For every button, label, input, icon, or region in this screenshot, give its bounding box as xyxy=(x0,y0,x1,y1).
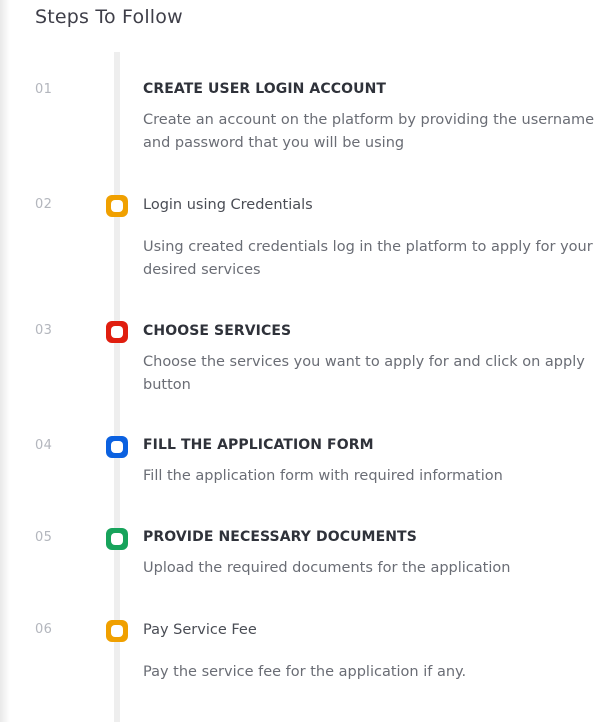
step-title: PROVIDE NECESSARY DOCUMENTS xyxy=(143,529,417,545)
step-title: CREATE USER LOGIN ACCOUNT xyxy=(143,81,387,97)
step-marker-icon xyxy=(106,620,128,642)
step-description: Pay the service fee for the application … xyxy=(143,664,467,680)
step-title: CHOOSE SERVICES xyxy=(143,323,292,339)
step-marker-icon xyxy=(106,436,128,458)
step-description: Upload the required documents for the ap… xyxy=(143,560,511,576)
left-edge-shadow xyxy=(0,0,10,722)
step-marker-icon xyxy=(106,528,128,550)
step-description: Fill the application form with required … xyxy=(143,468,503,484)
step-marker-icon xyxy=(106,321,128,343)
step-description: Using created credentials log in the pla… xyxy=(143,239,593,278)
step-number: 03 xyxy=(35,323,53,338)
step-number: 05 xyxy=(35,530,53,545)
step-number: 01 xyxy=(35,82,53,97)
step-marker-icon xyxy=(106,195,128,217)
step-number: 04 xyxy=(35,438,53,453)
step-number: 02 xyxy=(35,197,53,212)
step-title: Login using Credentials xyxy=(143,197,313,213)
step-title: FILL THE APPLICATION FORM xyxy=(143,437,374,453)
step-description: Create an account on the platform by pro… xyxy=(143,112,595,151)
step-number: 06 xyxy=(35,622,53,637)
steps-page: Steps To Follow 01 CREATE USER LOGIN ACC… xyxy=(0,0,605,722)
step-title: Pay Service Fee xyxy=(143,622,257,638)
page-title: Steps To Follow xyxy=(35,6,183,28)
step-description: Choose the services you want to apply fo… xyxy=(143,354,585,393)
